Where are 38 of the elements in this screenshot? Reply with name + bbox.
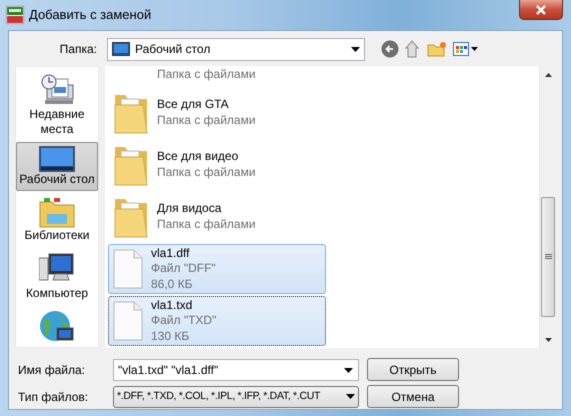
folder-item[interactable]: Все для GTA Папка с файлами bbox=[108, 88, 326, 138]
folder-item[interactable]: Все для видео Папка с файлами bbox=[108, 140, 326, 190]
place-item[interactable]: Недавние места bbox=[16, 69, 98, 141]
close-button[interactable] bbox=[519, 0, 563, 20]
folder-item[interactable]: Для видоса Папка с файлами bbox=[108, 192, 326, 242]
file-name-field[interactable]: "vla1.txd" "vla1.dff" bbox=[113, 358, 359, 380]
place-item[interactable]: Рабочий стол bbox=[16, 142, 98, 191]
desktop-icon bbox=[112, 42, 130, 56]
close-icon bbox=[535, 4, 547, 14]
folder-dropdown[interactable]: Рабочий стол bbox=[107, 38, 365, 60]
view-menu-icon[interactable] bbox=[453, 41, 479, 57]
folder-label: Папка: bbox=[58, 41, 98, 58]
file-name-label: Имя файла: bbox=[17, 362, 86, 378]
scrollbar-thumb[interactable] bbox=[541, 197, 555, 317]
dropdown-arrow-icon bbox=[351, 46, 360, 52]
file-icon bbox=[113, 301, 143, 341]
file-type-label: Тип файлов: bbox=[17, 388, 90, 406]
libraries-icon bbox=[39, 196, 75, 228]
file-item[interactable]: vla1.dff Файл "DFF" 86,0 КБ bbox=[108, 244, 326, 294]
back-icon[interactable] bbox=[381, 40, 399, 58]
scroll-up-icon[interactable] bbox=[544, 72, 552, 76]
network-icon bbox=[39, 310, 75, 344]
app-icon bbox=[6, 6, 24, 24]
open-button[interactable]: Открыть bbox=[367, 358, 459, 381]
file-type-dropdown[interactable]: *.DFF, *.TXD, *.COL, *.IPL, *.IFP, *.DAT, *.CUT bbox=[113, 386, 359, 408]
up-folder-icon[interactable] bbox=[405, 40, 421, 58]
dropdown-arrow-icon bbox=[346, 394, 355, 399]
folder-item[interactable]: Папка с файлами bbox=[108, 66, 326, 86]
desktop-icon bbox=[39, 146, 75, 172]
file-item[interactable]: vla1.txd Файл "TXD" 130 КБ bbox=[108, 296, 326, 346]
scroll-down-icon[interactable] bbox=[544, 338, 552, 342]
dropdown-arrow-icon bbox=[344, 368, 353, 372]
recent-places-icon bbox=[39, 73, 75, 107]
cancel-button[interactable]: Отмена bbox=[367, 385, 459, 408]
place-item[interactable]: Библиотеки bbox=[16, 192, 98, 247]
window-title: Добавить с заменой bbox=[29, 6, 152, 24]
place-item[interactable]: Компьютер bbox=[16, 248, 98, 305]
file-icon bbox=[113, 249, 143, 289]
